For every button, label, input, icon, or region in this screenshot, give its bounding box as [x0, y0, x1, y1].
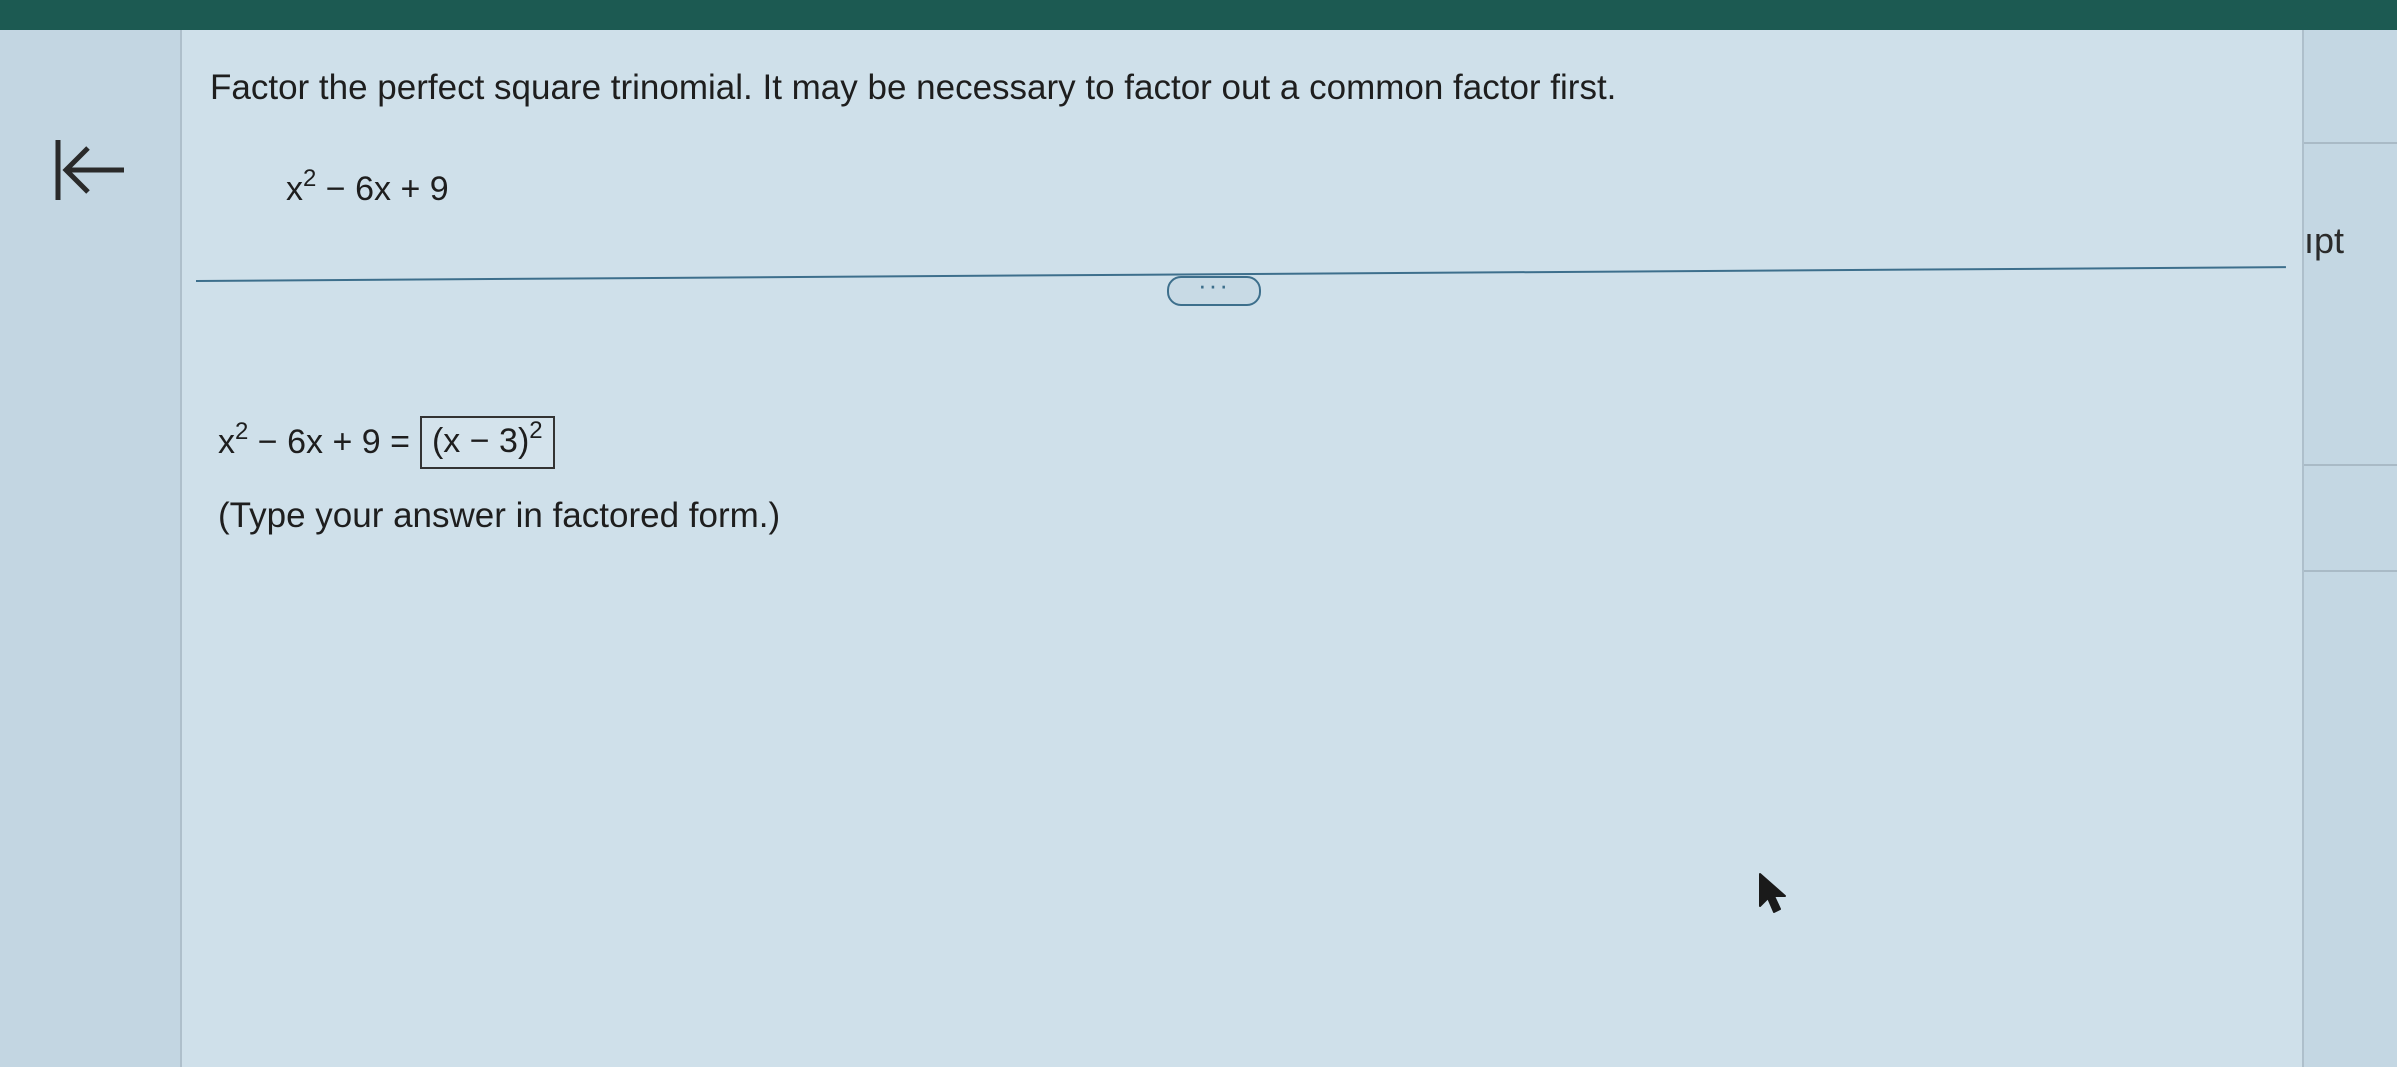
- answer-lhs: x2 − 6x + 9 =: [218, 420, 410, 462]
- right-rail: ıpt: [2302, 30, 2397, 1067]
- question-instructions: Factor the perfect square trinomial. It …: [210, 68, 1617, 107]
- back-to-start-icon: [55, 140, 124, 200]
- left-rail: [0, 30, 182, 1067]
- mouse-pointer-icon: [1759, 873, 1786, 913]
- answer-value-base: (x − 3): [431, 422, 530, 460]
- back-to-start-button[interactable]: [50, 130, 130, 210]
- right-rail-rule: [2304, 570, 2397, 572]
- answer-lhs-exponent: 2: [235, 418, 249, 445]
- question-expression: x2 − 6x + 9: [286, 167, 449, 209]
- right-rail-rule: [2304, 142, 2397, 144]
- top-bar: [0, 0, 2397, 30]
- side-panel-label: ıpt: [2304, 220, 2345, 261]
- expand-button[interactable]: ···: [1167, 272, 1261, 306]
- expression-rest: − 6x + 9: [316, 170, 449, 208]
- answer-row: x2 − 6x + 9 = (x − 3)2: [218, 416, 555, 469]
- expression-exponent: 2: [303, 165, 317, 192]
- answer-input[interactable]: (x − 3)2: [419, 416, 555, 469]
- answer-lhs-rest: − 6x + 9 =: [248, 423, 410, 461]
- answer-value-exponent: 2: [529, 417, 543, 444]
- expression-base: x: [286, 170, 303, 208]
- question-panel: Factor the perfect square trinomial. It …: [182, 30, 2302, 1067]
- answer-hint: (Type your answer in factored form.): [218, 496, 781, 535]
- right-rail-rule: [2304, 464, 2397, 466]
- answer-lhs-base: x: [218, 423, 235, 461]
